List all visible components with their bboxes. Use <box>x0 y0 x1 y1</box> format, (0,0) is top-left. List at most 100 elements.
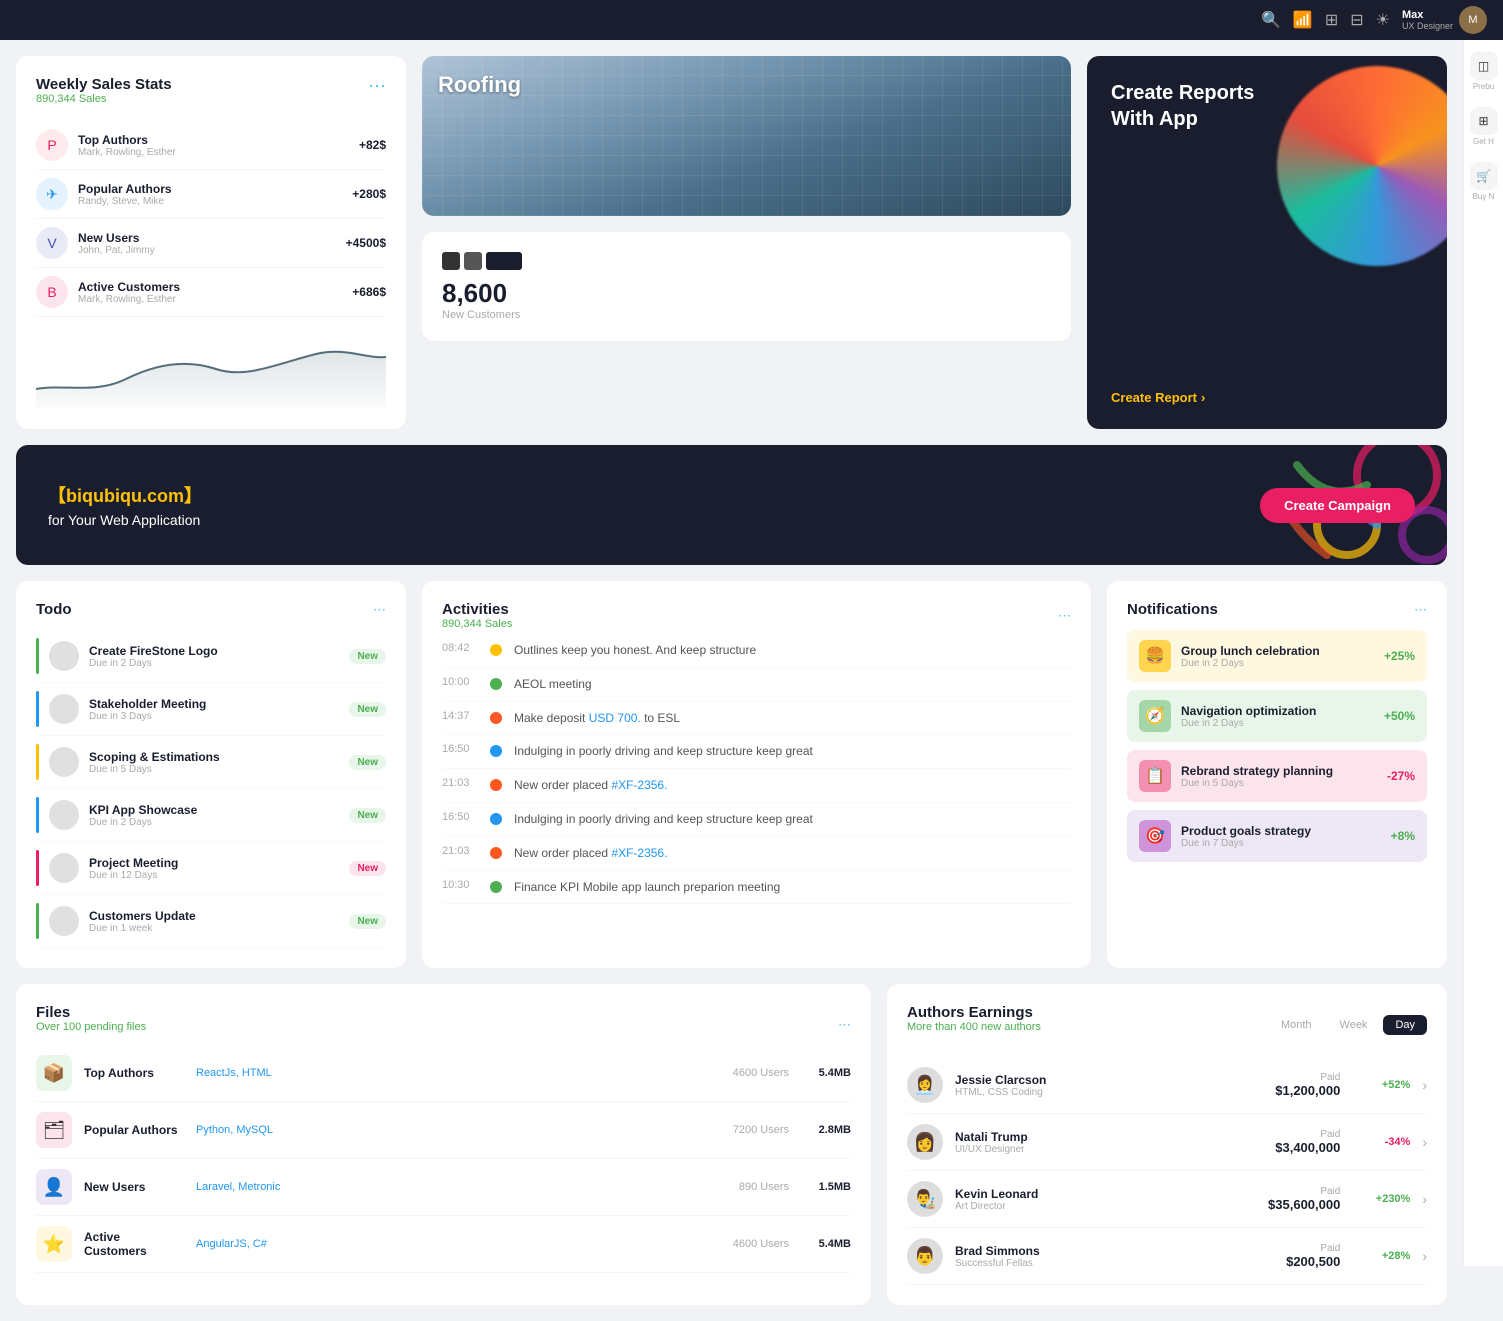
grid-icon[interactable]: ⊟ <box>1350 10 1363 30</box>
file-name-3: Active Customers <box>84 1230 184 1258</box>
file-name-2: New Users <box>84 1180 184 1194</box>
activities-card: Activities 890,344 Sales ⋯ 08:42 Outline… <box>422 581 1091 968</box>
author-info-1: Natali Trump UI/UX Designer <box>955 1130 1263 1155</box>
right-sidebar: ◫ Prebu ⊞ Get H 🛒 Buy N <box>1463 40 1503 1266</box>
roofing-label: Roofing <box>438 72 521 98</box>
right-sidebar-item-buy-n[interactable]: 🛒 Buy N <box>1470 162 1498 201</box>
stat-info-1: Popular Authors Randy, Steve, Mike <box>78 182 342 207</box>
customers-label: New Customers <box>442 309 1051 321</box>
right-sidebar-item-get-h[interactable]: ⊞ Get H <box>1470 107 1498 146</box>
file-users-0: 4600 Users <box>709 1067 789 1079</box>
file-size-2: 1.5MB <box>801 1181 851 1193</box>
notifications-dots-icon[interactable]: ⋯ <box>1414 602 1427 618</box>
activities-dots-icon[interactable]: ⋯ <box>1058 608 1071 624</box>
stat-icon-0: P <box>36 129 68 161</box>
todo-dots-icon[interactable]: ⋯ <box>373 602 386 618</box>
act-link-4[interactable]: #XF-2356. <box>611 778 667 792</box>
file-icon-3: ⭐ <box>36 1226 72 1262</box>
act-dot-3 <box>490 745 502 757</box>
stat-item: P Top Authors Mark, Rowling, Esther +82$ <box>36 121 386 170</box>
cust-icon-dark <box>442 252 460 270</box>
stat-sub-0: Mark, Rowling, Esther <box>78 147 349 158</box>
author-paid-section-1: Paid $3,400,000 <box>1275 1129 1340 1155</box>
right-sidebar-icon-0: ◫ <box>1470 52 1498 80</box>
stat-sub-1: Randy, Steve, Mike <box>78 196 342 207</box>
stat-val-2: +4500$ <box>346 236 386 250</box>
todo-name-3: KPI App Showcase <box>89 803 339 817</box>
activities-subtitle: 890,344 Sales <box>442 618 512 630</box>
layout-icon[interactable]: ⊞ <box>1325 10 1338 30</box>
author-role-3: Successful Fellas <box>955 1258 1274 1269</box>
right-sidebar-icon-2: 🛒 <box>1470 162 1498 190</box>
todo-badge-4: New <box>349 861 386 876</box>
time-tab-day[interactable]: Day <box>1383 1015 1427 1035</box>
stat-icon-2: V <box>36 227 68 259</box>
notif-value-1: +50% <box>1384 709 1415 723</box>
earnings-card: Authors Earnings More than 400 new autho… <box>887 984 1447 1305</box>
files-dots-icon[interactable]: ⋯ <box>838 1017 851 1033</box>
campaign-subtitle: for Your Web Application <box>48 512 202 528</box>
author-item: 👩‍💼 Jessie Clarcson HTML, CSS Coding Pai… <box>907 1057 1427 1114</box>
sun-icon[interactable]: ☀ <box>1376 10 1390 30</box>
activity-item: 16:50 Indulging in poorly driving and ke… <box>442 735 1071 769</box>
stat-name-1: Popular Authors <box>78 182 342 196</box>
reports-card: Create ReportsWith App Create Report › <box>1087 56 1447 429</box>
act-link-2[interactable]: USD 700. <box>589 711 641 725</box>
notif-value-2: -27% <box>1387 769 1415 783</box>
activity-item: 14:37 Make deposit USD 700. to ESL <box>442 702 1071 736</box>
create-campaign-button[interactable]: Create Campaign <box>1260 488 1415 523</box>
customers-card: 8,600 New Customers <box>422 232 1071 341</box>
sales-dots-icon[interactable]: ⋯ <box>368 76 386 97</box>
right-sidebar-item-prebu[interactable]: ◫ Prebu <box>1470 52 1498 91</box>
time-tab-week[interactable]: Week <box>1328 1015 1380 1035</box>
todo-item: Scoping & Estimations Due in 5 Days New <box>36 736 386 789</box>
create-report-link[interactable]: Create Report › <box>1111 390 1423 405</box>
author-change-3: +28% <box>1360 1250 1410 1262</box>
todo-avatar-0 <box>49 641 79 671</box>
author-arrow-1[interactable]: › <box>1422 1134 1427 1150</box>
notif-due-1: Due in 2 Days <box>1181 718 1374 729</box>
author-items-list: 👩‍💼 Jessie Clarcson HTML, CSS Coding Pai… <box>907 1057 1427 1285</box>
author-change-0: +52% <box>1360 1079 1410 1091</box>
file-item: 👤 New Users Laravel, Metronic 890 Users … <box>36 1159 851 1216</box>
author-avatar-1: 👩 <box>907 1124 943 1160</box>
user-profile[interactable]: Max UX Designer M <box>1402 6 1487 34</box>
notif-icon-0: 🍔 <box>1139 640 1171 672</box>
act-dot-1 <box>490 678 502 690</box>
author-arrow-2[interactable]: › <box>1422 1191 1427 1207</box>
todo-title: Todo <box>36 601 72 618</box>
act-text-1: AEOL meeting <box>514 676 592 693</box>
user-role: UX Designer <box>1402 21 1453 31</box>
notif-title-1: Navigation optimization <box>1181 704 1374 718</box>
search-icon[interactable]: 🔍 <box>1261 10 1281 30</box>
act-link-6[interactable]: #XF-2356. <box>611 846 667 860</box>
file-name-0: Top Authors <box>84 1066 184 1080</box>
notifications-title: Notifications <box>1127 601 1218 618</box>
author-name-2: Kevin Leonard <box>955 1187 1256 1201</box>
author-item: 👨 Brad Simmons Successful Fellas Paid $2… <box>907 1228 1427 1285</box>
notif-due-2: Due in 5 Days <box>1181 778 1377 789</box>
todo-avatar-3 <box>49 800 79 830</box>
todo-badge-3: New <box>349 808 386 823</box>
todo-due-0: Due in 2 Days <box>89 658 339 669</box>
cust-icon-wide <box>486 252 522 270</box>
time-tab-month[interactable]: Month <box>1269 1015 1324 1035</box>
signal-icon[interactable]: 📶 <box>1293 10 1313 30</box>
campaign-text: 【biqubiqu.com】 for Your Web Application <box>48 482 202 528</box>
file-users-3: 4600 Users <box>709 1238 789 1250</box>
author-arrow-3[interactable]: › <box>1422 1248 1427 1264</box>
todo-avatar-2 <box>49 747 79 777</box>
files-subtitle: Over 100 pending files <box>36 1021 146 1033</box>
right-sidebar-label-1: Get H <box>1473 137 1494 146</box>
act-text-4: New order placed #XF-2356. <box>514 777 667 794</box>
author-arrow-0[interactable]: › <box>1422 1077 1427 1093</box>
notif-title-0: Group lunch celebration <box>1181 644 1374 658</box>
files-row: Files Over 100 pending files ⋯ 📦 Top Aut… <box>16 984 1447 1305</box>
user-avatar[interactable]: M <box>1459 6 1487 34</box>
sales-stats-card: ⋯ Weekly Sales Stats 890,344 Sales P Top… <box>16 56 406 429</box>
notif-icon-1: 🧭 <box>1139 700 1171 732</box>
author-change-2: +230% <box>1360 1193 1410 1205</box>
todo-name-2: Scoping & Estimations <box>89 750 339 764</box>
todo-item: KPI App Showcase Due in 2 Days New <box>36 789 386 842</box>
author-role-0: HTML, CSS Coding <box>955 1087 1263 1098</box>
